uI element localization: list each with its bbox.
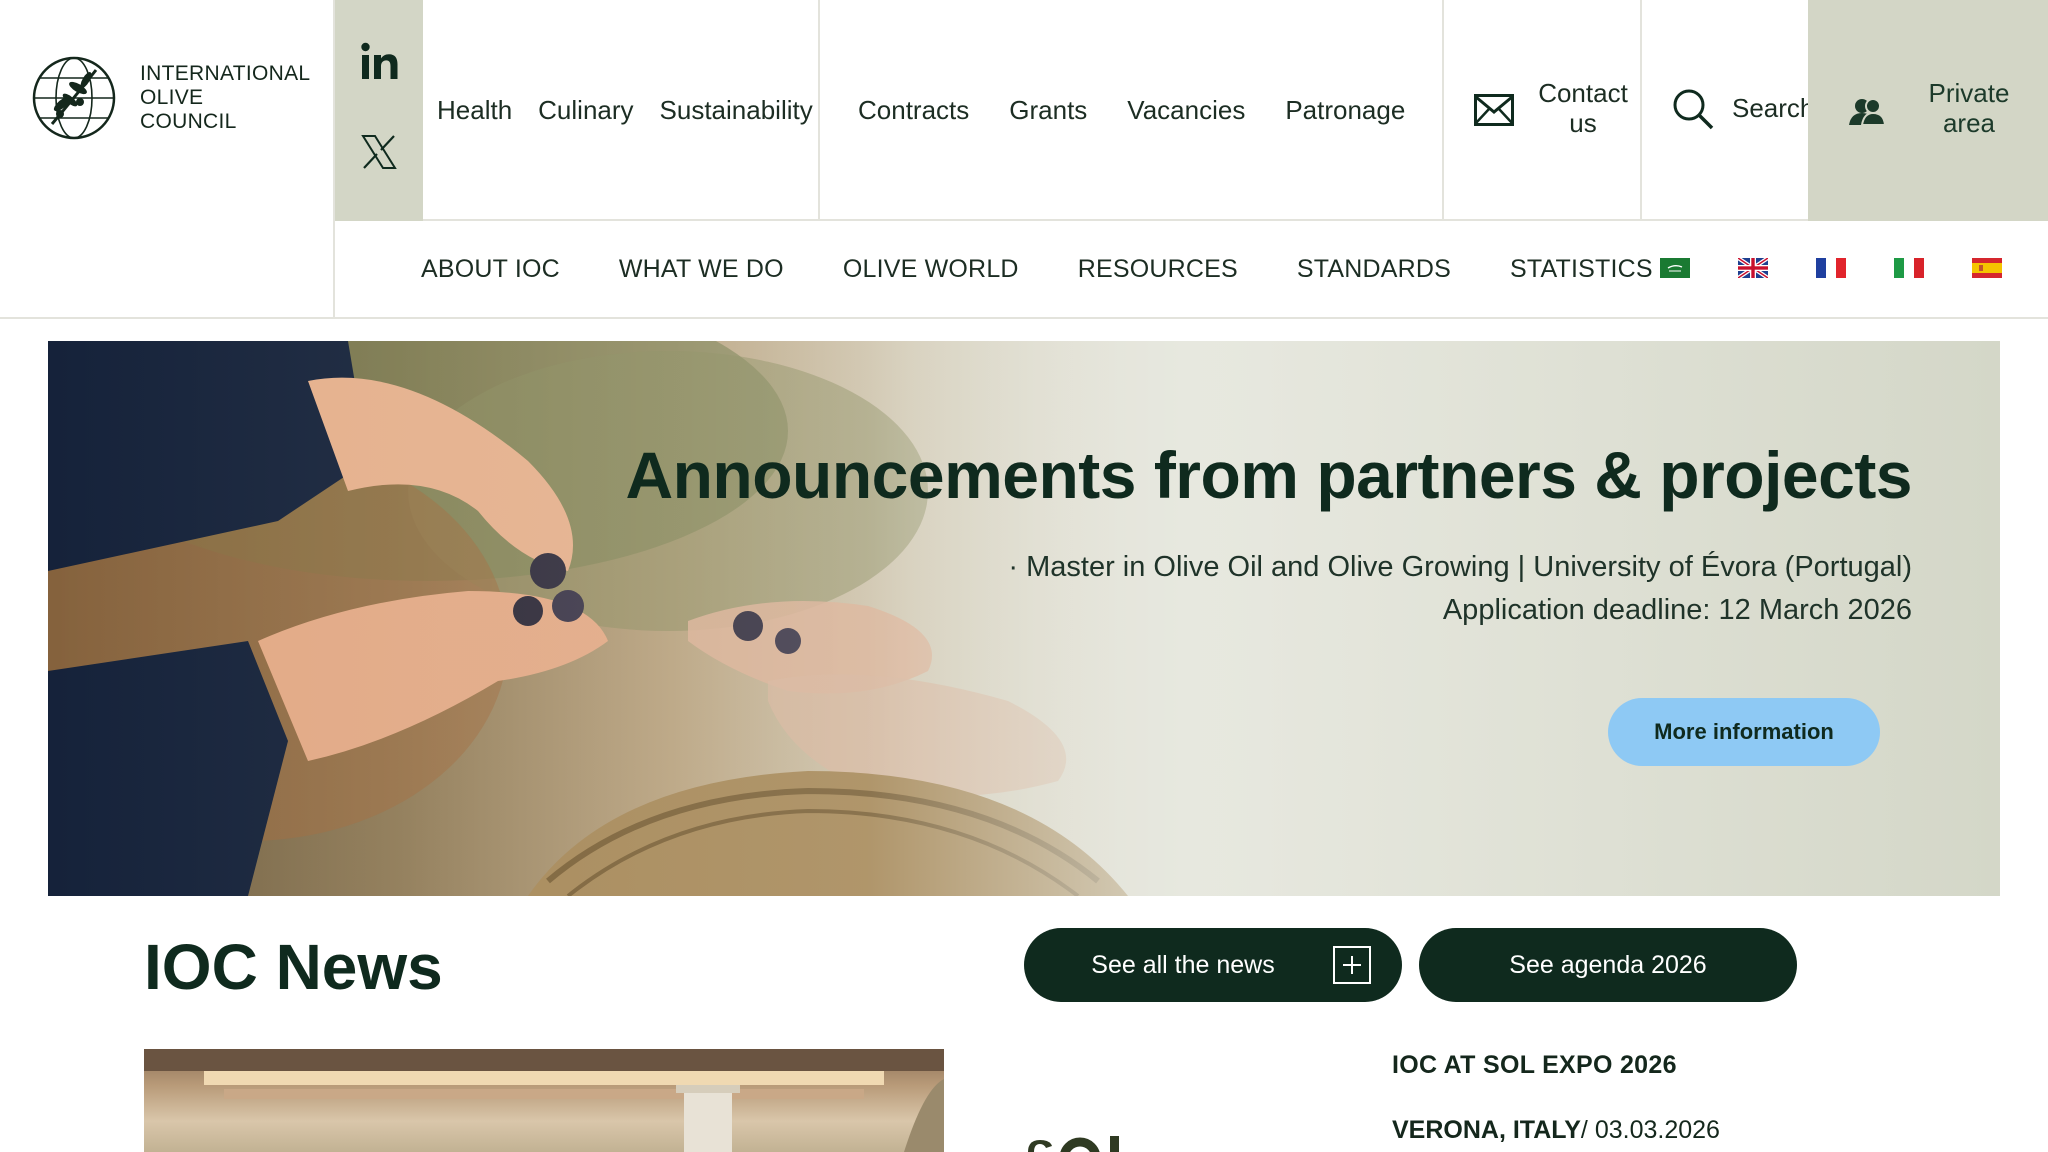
see-all-news-button[interactable]: See all the news — [1024, 928, 1402, 1002]
language-switcher — [1660, 258, 2002, 278]
hero-banner: Announcements from partners & projects ·… — [48, 341, 2000, 896]
topic-links: Health Culinary Sustainability — [423, 0, 820, 221]
envelope-icon — [1474, 94, 1514, 126]
private-area-link[interactable]: Private area — [1808, 0, 2048, 221]
hero-title: Announcements from partners & projects — [625, 438, 1912, 512]
private-area-label: Private area — [1904, 78, 2034, 138]
x-icon[interactable] — [361, 134, 397, 170]
nav-link-sustainability[interactable]: Sustainability — [660, 95, 813, 126]
see-agenda-button[interactable]: See agenda 2026 — [1419, 928, 1797, 1002]
news-item-meta: VERONA, ITALY/ 03.03.2026 — [1392, 1116, 1720, 1145]
brand-line-1: INTERNATIONAL — [140, 62, 311, 85]
brand-line-2: OLIVE — [140, 86, 204, 109]
contact-label: Contact us — [1528, 78, 1638, 138]
hero-deadline-line: Application deadline: 12 March 2026 — [1442, 594, 1912, 626]
flag-french-icon[interactable] — [1816, 258, 1846, 278]
more-information-button[interactable]: More information — [1608, 698, 1880, 766]
nav-link-patronage[interactable]: Patronage — [1285, 95, 1405, 126]
news-item-headline[interactable]: IOC AT SOL EXPO 2026 — [1392, 1051, 1677, 1080]
flag-spanish-icon[interactable] — [1972, 258, 2002, 278]
linkedin-icon[interactable] — [359, 40, 401, 82]
opportunity-links: Contracts Grants Vacancies Patronage — [820, 0, 1444, 221]
news-section-title: IOC News — [144, 931, 443, 1003]
private-area-line-2: area — [1942, 108, 1996, 138]
news-item-location: VERONA, ITALY — [1392, 1116, 1581, 1144]
main-nav-standards[interactable]: STANDARDS — [1297, 255, 1451, 284]
olive-council-logo-icon — [32, 56, 116, 140]
news-item-date: / 03.03.2026 — [1580, 1116, 1720, 1144]
see-all-news-label: See all the news — [1091, 950, 1275, 979]
flag-arabic-icon[interactable] — [1660, 258, 1690, 278]
nav-link-vacancies[interactable]: Vacancies — [1127, 95, 1245, 126]
site-header: INTERNATIONAL OLIVE COUNCIL Health Culin… — [0, 0, 2048, 319]
users-icon — [1849, 98, 1886, 126]
contact-us-link[interactable]: Contact us — [1444, 0, 1642, 221]
search-label: Search — [1732, 93, 1808, 123]
hero-announcement-line: · Master in Olive Oil and Olive Growing … — [1008, 551, 1912, 583]
brand-name: INTERNATIONAL OLIVE COUNCIL — [140, 62, 310, 134]
contact-label-line-1: Contact — [1538, 78, 1628, 108]
main-nav-olive-world[interactable]: OLIVE WORLD — [843, 255, 1019, 284]
main-nav-statistics[interactable]: STATISTICS — [1510, 255, 1653, 284]
main-nav-what-we-do[interactable]: WHAT WE DO — [619, 255, 784, 284]
nav-link-grants[interactable]: Grants — [1009, 95, 1087, 126]
news-item-image[interactable] — [144, 1049, 944, 1152]
nav-link-health[interactable]: Health — [437, 95, 512, 126]
nav-link-culinary[interactable]: Culinary — [538, 95, 633, 126]
search-button[interactable]: Search — [1642, 0, 1808, 221]
search-icon — [1673, 89, 1714, 130]
private-area-line-1: Private — [1928, 78, 2010, 108]
utility-nav: Health Culinary Sustainability Contracts… — [423, 0, 2048, 221]
plus-icon — [1333, 946, 1371, 984]
nav-link-contracts[interactable]: Contracts — [858, 95, 969, 126]
social-links — [335, 0, 423, 221]
main-nav-about-ioc[interactable]: ABOUT IOC — [421, 255, 560, 284]
flag-english-icon[interactable] — [1738, 258, 1768, 278]
contact-label-line-2: us — [1569, 108, 1597, 138]
main-nav-resources[interactable]: RESOURCES — [1078, 255, 1238, 284]
logo-link[interactable]: INTERNATIONAL OLIVE COUNCIL — [0, 0, 335, 319]
sol-expo-logo — [1028, 1136, 1119, 1152]
ballroom-photo — [144, 1049, 944, 1152]
brand-line-3: COUNCIL — [140, 110, 237, 133]
main-nav: ABOUT IOC WHAT WE DO OLIVE WORLD RESOURC… — [337, 221, 2048, 317]
flag-italian-icon[interactable] — [1894, 258, 1924, 278]
